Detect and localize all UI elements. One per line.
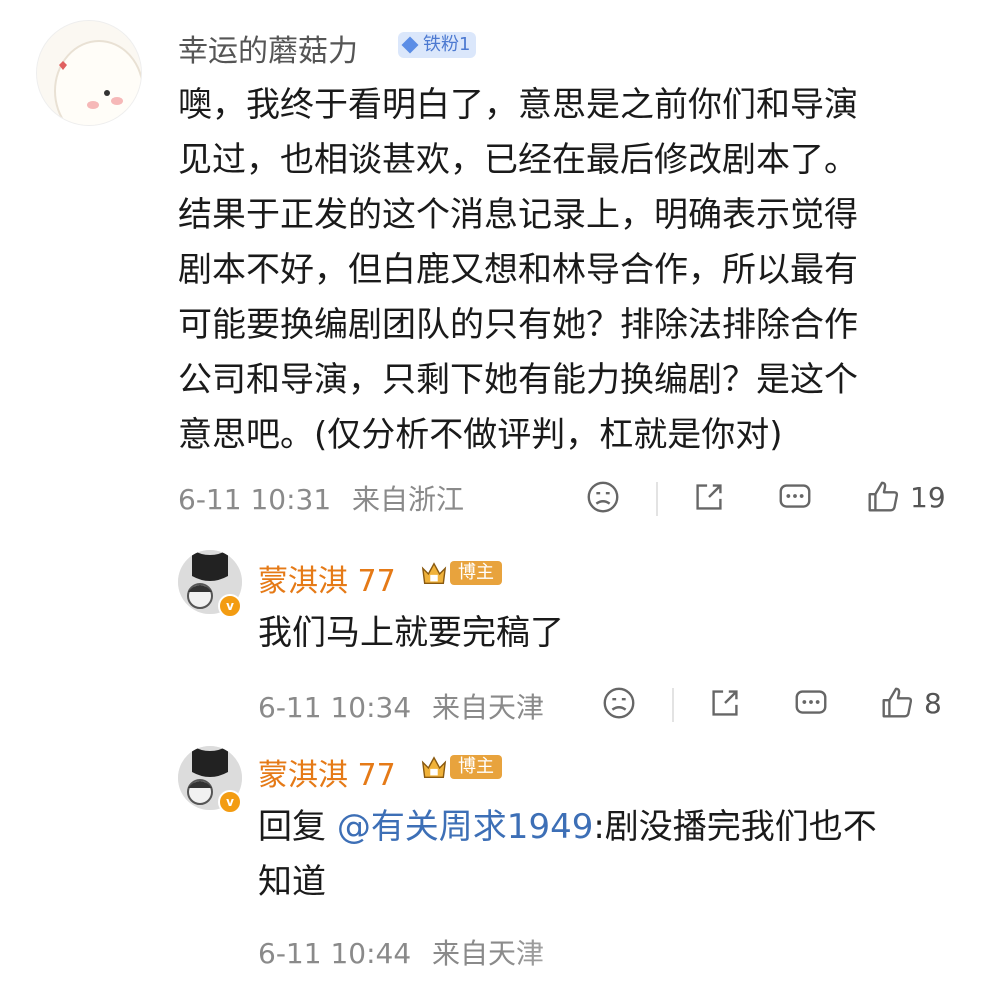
blogger-badge-label: 博主: [450, 755, 502, 779]
mention-link[interactable]: @有关周求1949: [337, 807, 594, 847]
dislike-icon: [587, 481, 619, 513]
reply-meta: 6-11 10:34 来自天津: [258, 686, 556, 726]
comment-button[interactable]: [776, 478, 814, 516]
comment-location: 来自浙江: [352, 483, 465, 516]
reply-location: 来自天津: [432, 691, 545, 724]
like-count: 8: [924, 686, 942, 720]
action-divider: [656, 482, 658, 516]
share-icon: [712, 690, 738, 716]
reply-prefix: 回复: [258, 807, 337, 847]
dislike-icon: [603, 687, 635, 719]
comment-icon: [779, 484, 811, 508]
share-button[interactable]: [706, 684, 744, 722]
cartoon-avatar-icon: [37, 21, 141, 125]
action-divider: [672, 688, 674, 722]
comment-button[interactable]: [792, 684, 830, 722]
comment-text: 噢，我终于看明白了，意思是之前你们和导演 见过，也相谈甚欢，已经在最后修改剧本了…: [178, 85, 858, 455]
reply-text: 回复 @有关周求1949:剧没播完我们也不 知道: [258, 800, 948, 910]
fan-badge-label: 铁粉1: [423, 34, 471, 55]
crown-icon: [421, 756, 447, 778]
comment-username[interactable]: 幸运的蘑菇力: [178, 26, 358, 70]
blogger-badge: 博主: [420, 558, 502, 588]
blogger-badge-label: 博主: [450, 561, 502, 585]
comment-time: 6-11 10:31: [178, 483, 332, 516]
reply-time: 6-11 10:44: [258, 937, 412, 970]
share-button[interactable]: [690, 478, 728, 516]
like-button[interactable]: 8: [878, 684, 942, 722]
fan-level-badge: 铁粉1: [398, 32, 477, 58]
reply-time: 6-11 10:34: [258, 691, 412, 724]
share-icon: [696, 484, 722, 510]
comment-icon: [795, 690, 827, 714]
like-icon: [882, 687, 913, 718]
bottom-fade-overlay: [500, 935, 986, 1000]
dislike-button[interactable]: [584, 478, 622, 516]
verified-badge-icon: v: [218, 594, 242, 618]
reply-username[interactable]: 蒙淇淇 77: [258, 750, 396, 794]
diamond-icon: [401, 36, 419, 54]
user-avatar[interactable]: [36, 20, 142, 126]
like-button[interactable]: 19: [864, 478, 946, 516]
like-icon: [868, 481, 899, 512]
blogger-badge: 博主: [420, 752, 502, 782]
dislike-button[interactable]: [600, 684, 638, 722]
like-count: 19: [910, 480, 946, 514]
comment-meta: 6-11 10:31 来自浙江: [178, 478, 476, 518]
crown-icon: [421, 562, 447, 584]
reply-username[interactable]: 蒙淇淇 77: [258, 556, 396, 600]
verified-badge-icon: v: [218, 790, 242, 814]
reply-text: 我们马上就要完稿了: [258, 613, 564, 653]
